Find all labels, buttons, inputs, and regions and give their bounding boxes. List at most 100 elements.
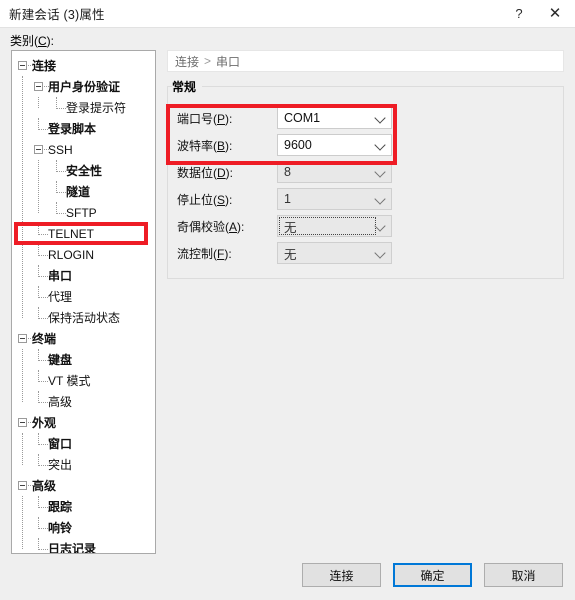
tree-item-label: 日志记录: [48, 542, 97, 554]
field-label-1: 波特率(B):: [177, 137, 277, 154]
tree-connector-elbow: [38, 265, 48, 277]
tree-item-0[interactable]: 连接: [12, 55, 155, 76]
tree-connector-elbow: [38, 244, 48, 256]
tree-expander-collapse-icon[interactable]: [34, 82, 43, 91]
field-label-prefix: 流控制(: [177, 246, 217, 261]
tree-item-17[interactable]: 外观: [12, 412, 155, 433]
title-bar: 新建会话 (3)属性 ? ✕: [0, 0, 575, 28]
tree-item-label: 隧道: [66, 185, 91, 199]
category-label-accel: C: [38, 34, 47, 48]
cancel-button[interactable]: 取消: [484, 563, 563, 587]
chevron-down-icon[interactable]: [374, 220, 386, 232]
field-label-suffix: ):: [225, 165, 234, 180]
chevron-down-icon[interactable]: [374, 139, 386, 151]
ok-button[interactable]: 确定: [393, 563, 472, 587]
tree-expander-collapse-icon[interactable]: [18, 481, 27, 490]
tree-item-label: 跟踪: [48, 500, 73, 514]
chevron-down-icon[interactable]: [374, 247, 386, 259]
combo-value-3: 1: [284, 192, 291, 206]
combo-value-0: COM1: [284, 111, 321, 125]
tree-item-label: 键盘: [48, 353, 73, 367]
tree-item-label: 终端: [32, 332, 57, 346]
category-label-suffix: ):: [46, 34, 55, 48]
tree-item-21[interactable]: 跟踪: [12, 496, 155, 517]
tree-item-label: 响铃: [48, 521, 73, 535]
chevron-down-icon[interactable]: [374, 112, 386, 124]
breadcrumb-current: 串口: [216, 54, 241, 69]
tree-connector-elbow: [38, 286, 48, 298]
tree-item-9[interactable]: RLOGIN: [12, 244, 155, 265]
category-label: 类别(C):: [10, 32, 54, 49]
field-label-prefix: 端口号(: [177, 111, 217, 126]
tree-connector-elbow: [38, 391, 48, 403]
tree-item-16[interactable]: 高级: [12, 391, 155, 412]
breadcrumb-separator-icon: >: [204, 54, 212, 68]
tree-item-5[interactable]: 安全性: [12, 160, 155, 181]
tree-item-label: SSH: [48, 142, 73, 157]
connect-button[interactable]: 连接: [302, 563, 381, 587]
field-label-accel: S: [217, 192, 226, 207]
general-group-title: 常规: [172, 78, 203, 95]
tree-connector-elbow: [38, 538, 48, 550]
combo-box-4[interactable]: 无: [277, 215, 392, 237]
field-label-suffix: ):: [225, 111, 233, 126]
tree-item-22[interactable]: 响铃: [12, 517, 155, 538]
tree-item-6[interactable]: 隧道: [12, 181, 155, 202]
field-row-1: 波特率(B): 9600: [177, 134, 557, 156]
chevron-down-icon[interactable]: [374, 193, 386, 205]
tree-item-2[interactable]: 登录提示符: [12, 97, 155, 118]
chevron-down-icon[interactable]: [374, 166, 386, 178]
tree-item-1[interactable]: 用户身份验证: [12, 76, 155, 97]
combo-box-1[interactable]: 9600: [277, 134, 392, 156]
tree-item-10[interactable]: 串口: [12, 265, 155, 286]
tree-connector-elbow: [56, 97, 66, 109]
close-icon[interactable]: ✕: [535, 1, 575, 27]
tree-item-15[interactable]: VT 模式: [12, 370, 155, 391]
combo-box-3[interactable]: 1: [277, 188, 392, 210]
tree-item-12[interactable]: 保持活动状态: [12, 307, 155, 328]
field-row-5: 流控制(F): 无: [177, 242, 557, 264]
category-tree[interactable]: 连接 用户身份验证登录提示符登录脚本 SSH 安全性隧道 SFTP TELNET RLOGI…: [11, 50, 156, 554]
tree-item-label: 代理: [48, 290, 73, 304]
tree-item-18[interactable]: 窗口: [12, 433, 155, 454]
tree-expander-collapse-icon[interactable]: [18, 61, 27, 70]
combo-value-5: 无: [284, 247, 297, 262]
field-label-prefix: 奇偶校验(: [177, 219, 229, 234]
tree-item-11[interactable]: 代理: [12, 286, 155, 307]
tree-item-label: 安全性: [66, 164, 103, 178]
tree-item-14[interactable]: 键盘: [12, 349, 155, 370]
tree-item-label: 高级: [32, 479, 57, 493]
tree-item-label: 外观: [32, 416, 57, 430]
tree-item-13[interactable]: 终端: [12, 328, 155, 349]
breadcrumb-root: 连接: [175, 54, 200, 69]
category-tree-list: 连接 用户身份验证登录提示符登录脚本 SSH 安全性隧道 SFTP TELNET RLOGI…: [12, 51, 155, 554]
field-label-4: 奇偶校验(A):: [177, 218, 277, 235]
tree-connector-elbow: [38, 433, 48, 445]
combo-box-5[interactable]: 无: [277, 242, 392, 264]
tree-connector-elbow: [56, 202, 66, 214]
field-row-4: 奇偶校验(A): 无: [177, 215, 557, 237]
field-label-prefix: 停止位(: [177, 192, 217, 207]
tree-item-label: 登录提示符: [66, 101, 127, 115]
help-icon[interactable]: ?: [503, 1, 535, 27]
tree-item-8[interactable]: TELNET: [12, 223, 155, 244]
window-title: 新建会话 (3)属性: [9, 8, 105, 22]
tree-connector-elbow: [38, 349, 48, 361]
tree-item-20[interactable]: 高级: [12, 475, 155, 496]
field-row-3: 停止位(S): 1: [177, 188, 557, 210]
tree-item-4[interactable]: SSH: [12, 139, 155, 160]
tree-expander-collapse-icon[interactable]: [18, 418, 27, 427]
combo-value-1: 9600: [284, 138, 312, 152]
field-label-accel: P: [217, 111, 226, 126]
tree-item-label: 登录脚本: [48, 122, 97, 136]
combo-box-0[interactable]: COM1: [277, 107, 392, 129]
field-label-2: 数据位(D):: [177, 164, 277, 181]
tree-expander-collapse-icon[interactable]: [18, 334, 27, 343]
tree-item-23[interactable]: 日志记录: [12, 538, 155, 554]
tree-item-3[interactable]: 登录脚本: [12, 118, 155, 139]
tree-item-19[interactable]: 突出: [12, 454, 155, 475]
combo-box-2[interactable]: 8: [277, 161, 392, 183]
tree-expander-collapse-icon[interactable]: [34, 145, 43, 154]
tree-item-7[interactable]: SFTP: [12, 202, 155, 223]
tree-item-label: 突出: [48, 458, 73, 472]
